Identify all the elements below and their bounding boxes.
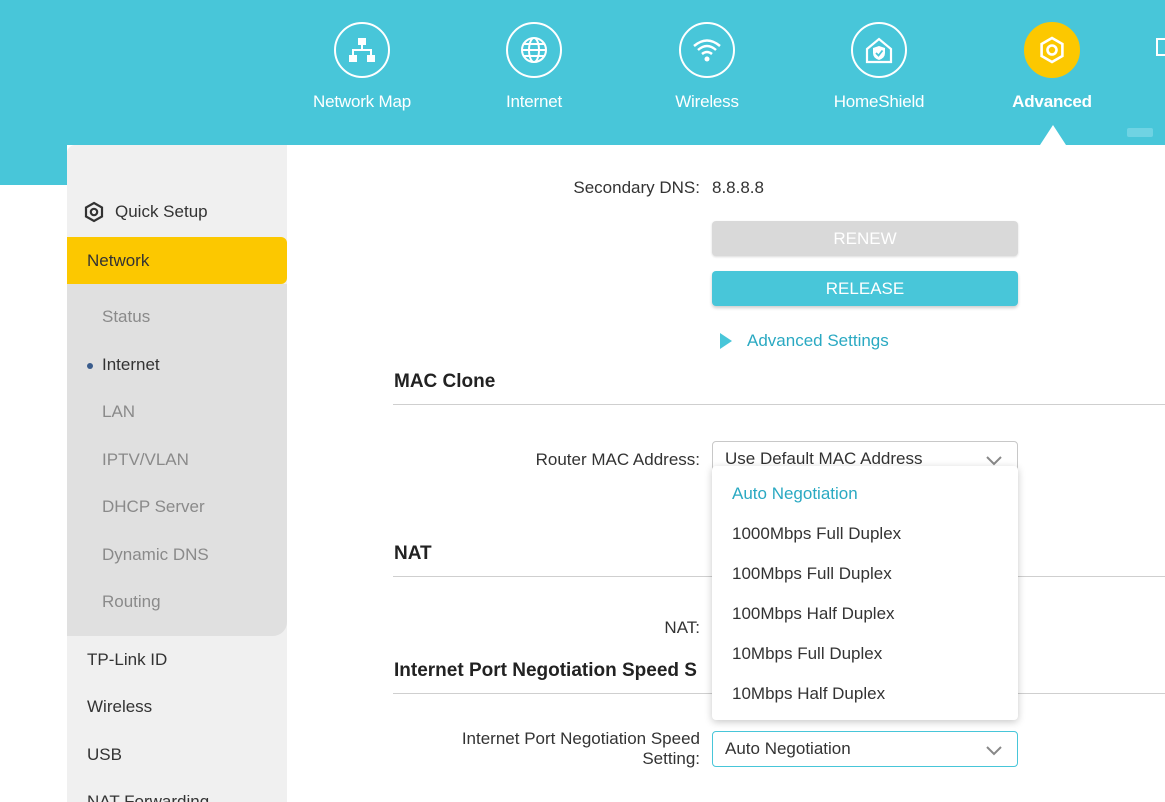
globe-icon [506, 22, 562, 78]
triangle-right-icon [720, 333, 732, 349]
nav-network-map[interactable]: Network Map [276, 0, 448, 145]
active-nav-indicator [1040, 125, 1066, 145]
home-shield-icon [851, 22, 907, 78]
port-speed-title: Internet Port Negotiation Speed S [394, 660, 697, 681]
sidebar-subitem-dynamic-dns[interactable]: Dynamic DNS [102, 545, 209, 565]
top-nav-bar-extension [0, 145, 67, 185]
port-speed-dropdown-list: Auto Negotiation 1000Mbps Full Duplex 10… [712, 466, 1018, 720]
sidebar-item-quick-setup[interactable]: Quick Setup [67, 190, 287, 234]
advanced-settings-link[interactable]: Advanced Settings [720, 331, 889, 351]
active-dot-icon [87, 363, 93, 369]
divider [393, 404, 1165, 405]
network-map-icon [334, 22, 390, 78]
sidebar-subitem-status[interactable]: Status [102, 307, 150, 327]
nav-label: HomeShield [833, 92, 925, 111]
sidebar-subitem-routing[interactable]: Routing [102, 592, 161, 612]
sidebar-item-wireless[interactable]: Wireless [87, 697, 152, 717]
port-speed-select[interactable]: Auto Negotiation [712, 731, 1018, 767]
gear-icon [83, 201, 105, 223]
router-mac-label: Router MAC Address: [535, 450, 700, 469]
sidebar-item-network[interactable]: Network [67, 237, 287, 284]
nav-advanced[interactable]: Advanced [966, 0, 1138, 145]
sidebar-item-label: Quick Setup [115, 202, 208, 221]
sidebar-subitem-lan[interactable]: LAN [102, 402, 135, 422]
port-speed-label-line: Setting: [642, 749, 700, 768]
sidebar-subitem-iptv-vlan[interactable]: IPTV/VLAN [102, 450, 189, 470]
nat-title: NAT [394, 543, 432, 564]
nav-homeshield[interactable]: HomeShield [793, 0, 965, 145]
chevron-down-icon [985, 741, 1003, 764]
dropdown-option-100-full[interactable]: 100Mbps Full Duplex [732, 564, 892, 584]
nav-label: Advanced [1012, 92, 1092, 111]
wifi-icon [679, 22, 735, 78]
gear-icon [1024, 22, 1080, 78]
sidebar-item-nat-forwarding[interactable]: NAT Forwarding [87, 792, 209, 802]
edge-icon [1156, 38, 1165, 56]
edge-handle [1127, 128, 1153, 137]
release-button[interactable]: RELEASE [712, 271, 1018, 306]
nav-label: Network Map [313, 92, 411, 111]
sidebar-subitem-internet[interactable]: Internet [102, 355, 160, 375]
dropdown-option-10-half[interactable]: 10Mbps Half Duplex [732, 684, 885, 704]
port-speed-label: Internet Port Negotiation Speed Setting: [400, 729, 700, 769]
sidebar-item-tp-link-id[interactable]: TP-Link ID [87, 650, 167, 670]
sidebar-subitem-dhcp-server[interactable]: DHCP Server [102, 497, 205, 517]
nav-internet[interactable]: Internet [448, 0, 620, 145]
advanced-settings-label: Advanced Settings [747, 331, 889, 350]
sidebar-item-label: Network [87, 250, 150, 270]
sidebar-item-usb[interactable]: USB [87, 745, 122, 765]
port-speed-label-line: Internet Port Negotiation Speed [461, 729, 700, 748]
secondary-dns-value: 8.8.8.8 [712, 178, 764, 197]
dropdown-option-10-full[interactable]: 10Mbps Full Duplex [732, 644, 882, 664]
port-speed-value: Auto Negotiation [725, 739, 851, 758]
dropdown-option-auto-negotiation[interactable]: Auto Negotiation [732, 484, 858, 504]
renew-button[interactable]: RENEW [712, 221, 1018, 256]
mac-clone-title: MAC Clone [394, 371, 496, 392]
nat-label: NAT: [664, 618, 700, 637]
nav-label: Wireless [675, 92, 739, 111]
secondary-dns-label: Secondary DNS: [573, 178, 700, 197]
nav-wireless[interactable]: Wireless [621, 0, 793, 145]
dropdown-option-1000-full[interactable]: 1000Mbps Full Duplex [732, 524, 901, 544]
dropdown-option-100-half[interactable]: 100Mbps Half Duplex [732, 604, 895, 624]
nav-label: Internet [505, 92, 563, 111]
